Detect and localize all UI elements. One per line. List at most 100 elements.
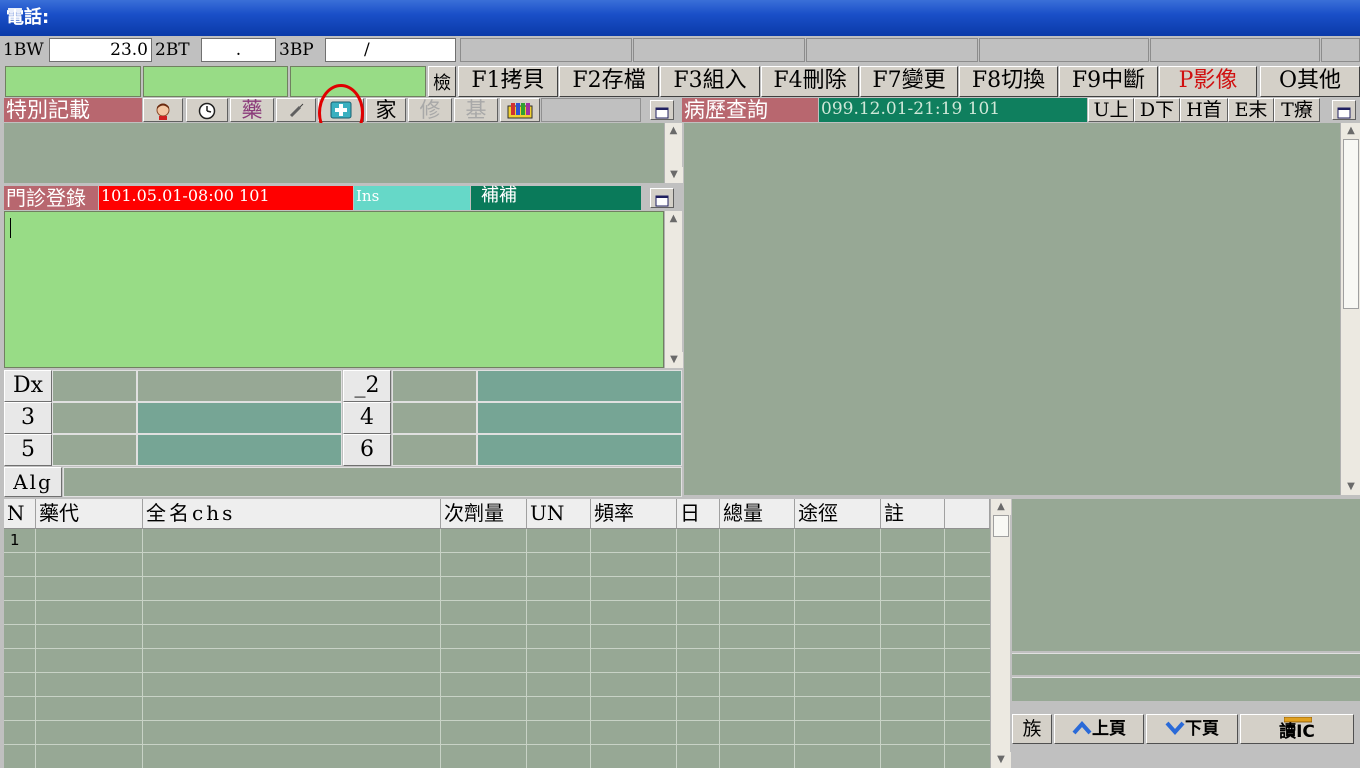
check-button[interactable]: 檢 <box>428 66 456 97</box>
scroll-up-arrow-icon[interactable]: ▲ <box>665 123 682 139</box>
f4-delete-button[interactable]: F4刪除 <box>761 66 859 97</box>
history-nav-treatment[interactable]: T療 <box>1274 98 1320 122</box>
dx1-name-field[interactable] <box>137 370 342 402</box>
dx3-label[interactable]: 3 <box>4 402 52 434</box>
insurance-field[interactable]: Ins <box>354 186 470 210</box>
history-maximize-button[interactable] <box>1332 100 1356 120</box>
history-record[interactable]: 099.12.01-21:19 101 <box>819 98 1087 122</box>
maximize-icon <box>655 195 669 207</box>
column-divider <box>719 529 720 768</box>
edit-button[interactable]: 修 <box>408 98 452 122</box>
o-other-button[interactable]: O其他 <box>1260 66 1360 97</box>
scroll-up-arrow-icon[interactable]: ▲ <box>1341 123 1360 139</box>
dx3-name-field[interactable] <box>137 402 342 434</box>
green-field-3[interactable] <box>290 66 426 97</box>
special-notes-scrollbar[interactable]: ▲ ▼ <box>664 123 683 183</box>
green-field-2[interactable] <box>143 66 288 97</box>
base-button[interactable]: 基 <box>454 98 498 122</box>
dx3-code-field[interactable] <box>52 402 137 434</box>
column-header-drug-code[interactable]: 藥代 <box>36 499 143 529</box>
dx2-name-field[interactable] <box>477 370 682 402</box>
dx2-label[interactable]: _2 <box>343 370 391 402</box>
palette-icon-button[interactable] <box>500 98 540 122</box>
column-header-frequency[interactable]: 頻率 <box>591 499 677 529</box>
family-button[interactable]: 家 <box>366 98 406 122</box>
window-title-bar: 電話: <box>0 0 1360 36</box>
column-header-n[interactable]: N <box>4 499 36 529</box>
special-notes-text-area[interactable] <box>4 123 664 183</box>
scroll-up-arrow-icon[interactable]: ▲ <box>665 211 682 227</box>
bt-label: 2BT <box>155 40 190 60</box>
history-nav-up[interactable]: U上 <box>1088 98 1134 122</box>
f3-insert-button[interactable]: F3組入 <box>660 66 760 97</box>
syringe-icon-button[interactable] <box>276 98 316 122</box>
column-header-unit[interactable]: UN <box>527 499 591 529</box>
drug-table: N 藥代 全名chs 次劑量 UN 頻率 日 總量 途徑 註 1 <box>4 499 990 768</box>
column-header-days[interactable]: 日 <box>677 499 720 529</box>
f1-copy-button[interactable]: F1拷貝 <box>458 66 558 97</box>
f7-change-button[interactable]: F7變更 <box>860 66 958 97</box>
table-row[interactable]: 1 <box>4 529 990 553</box>
dx1-code-field[interactable] <box>52 370 137 402</box>
registration-scrollbar[interactable]: ▲ ▼ <box>664 211 683 368</box>
allergy-field[interactable] <box>63 467 682 497</box>
column-header-full-name[interactable]: 全名chs <box>143 499 441 529</box>
dx5-name-field[interactable] <box>137 434 342 466</box>
drug-table-scrollbar[interactable]: ▲ ▼ <box>990 499 1011 768</box>
column-divider <box>880 529 881 768</box>
maximize-icon <box>655 107 669 119</box>
column-header-route[interactable]: 途徑 <box>795 499 881 529</box>
history-nav-first[interactable]: H首 <box>1180 98 1228 122</box>
page-down-button[interactable]: 下頁 <box>1146 714 1238 744</box>
bp-field[interactable]: / <box>325 38 456 62</box>
scroll-down-arrow-icon[interactable]: ▼ <box>1341 479 1360 495</box>
f9-interrupt-button[interactable]: F9中斷 <box>1059 66 1158 97</box>
dx4-code-field[interactable] <box>392 402 477 434</box>
column-header-dose[interactable]: 次劑量 <box>441 499 527 529</box>
history-nav-down[interactable]: D下 <box>1134 98 1180 122</box>
bt-field[interactable]: . <box>201 38 276 62</box>
p-image-button[interactable]: P影像 <box>1159 66 1257 97</box>
dx6-code-field[interactable] <box>392 434 477 466</box>
column-header-total[interactable]: 總量 <box>720 499 795 529</box>
bw-field[interactable]: 23.0 <box>49 38 152 62</box>
read-ic-label: 讀IC <box>1279 722 1315 742</box>
dx6-name-field[interactable] <box>477 434 682 466</box>
family-group-button[interactable]: 族 <box>1012 714 1052 744</box>
clock-icon-button[interactable] <box>186 98 228 122</box>
dx6-label[interactable]: 6 <box>343 434 391 466</box>
supplement-field[interactable]: 補補 <box>471 186 641 210</box>
dx4-label[interactable]: 4 <box>343 402 391 434</box>
read-ic-card-button[interactable]: 讀IC <box>1240 714 1354 744</box>
f2-save-button[interactable]: F2存檔 <box>559 66 659 97</box>
dx5-label[interactable]: 5 <box>4 434 52 466</box>
dx5-code-field[interactable] <box>52 434 137 466</box>
registration-maximize-button[interactable] <box>650 188 674 208</box>
history-scrollbar[interactable]: ▲ ▼ <box>1340 123 1360 495</box>
drug-scroll-thumb[interactable] <box>993 515 1009 537</box>
special-notes-title: 特別記載 <box>4 98 142 122</box>
column-header-note[interactable]: 註 <box>881 499 945 529</box>
page-up-button[interactable]: 上頁 <box>1054 714 1144 744</box>
green-field-1[interactable] <box>5 66 141 97</box>
column-divider <box>526 529 527 768</box>
page-down-label: 下頁 <box>1185 719 1219 739</box>
drug-table-body[interactable]: 1 <box>4 529 990 768</box>
history-content-area[interactable] <box>684 123 1340 495</box>
scroll-down-arrow-icon[interactable]: ▼ <box>665 167 683 183</box>
registration-text-area[interactable] <box>4 211 664 368</box>
patient-icon-button[interactable] <box>143 98 183 122</box>
column-divider <box>35 529 36 768</box>
special-notes-maximize-button[interactable] <box>650 100 674 120</box>
dx4-name-field[interactable] <box>477 402 682 434</box>
dx2-code-field[interactable] <box>392 370 477 402</box>
medicine-button[interactable]: 藥 <box>230 98 274 122</box>
scroll-up-arrow-icon[interactable]: ▲ <box>991 499 1011 515</box>
scroll-down-arrow-icon[interactable]: ▼ <box>991 752 1011 768</box>
dx-label[interactable]: Dx <box>4 370 52 402</box>
history-nav-last[interactable]: E末 <box>1228 98 1274 122</box>
allergy-label[interactable]: Alg <box>4 467 62 497</box>
f8-switch-button[interactable]: F8切換 <box>959 66 1058 97</box>
history-scroll-thumb[interactable] <box>1343 139 1359 309</box>
scroll-down-arrow-icon[interactable]: ▼ <box>665 352 683 368</box>
